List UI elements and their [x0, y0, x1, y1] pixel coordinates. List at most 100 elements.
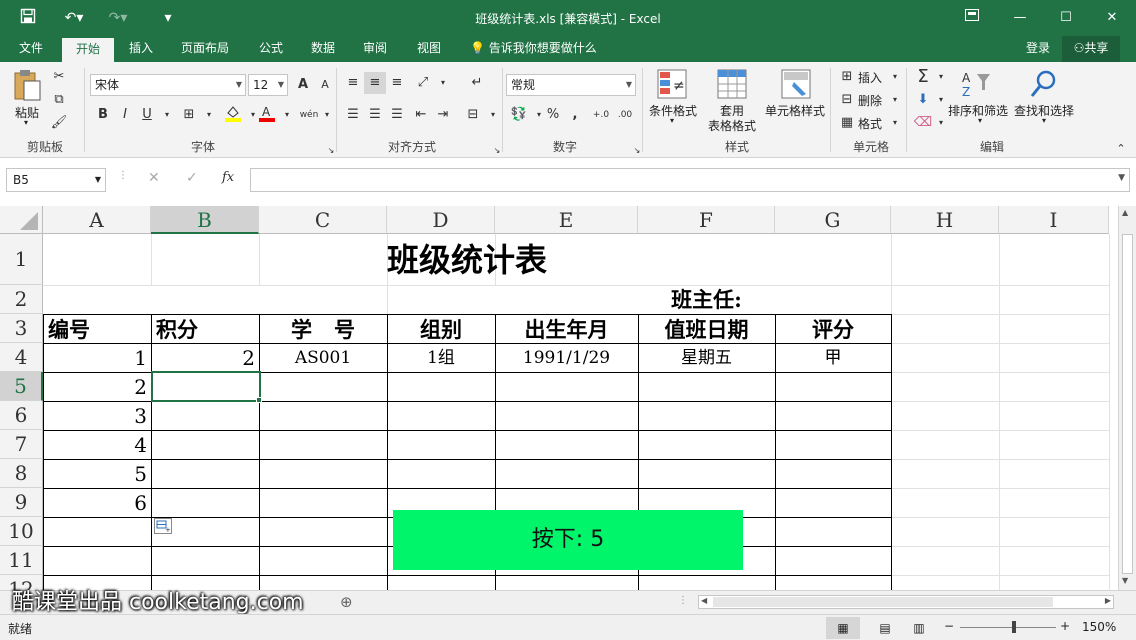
- align-center-icon[interactable]: ☰: [364, 104, 386, 126]
- autosum-dropdown-icon[interactable]: ▾: [930, 66, 952, 88]
- col-header-c[interactable]: C: [259, 206, 387, 234]
- format-as-table-icon[interactable]: [716, 68, 748, 100]
- col-header-f[interactable]: F: [638, 206, 775, 234]
- row-header-1[interactable]: 1: [0, 234, 43, 285]
- paste-icon[interactable]: [12, 68, 44, 101]
- zoom-in-icon[interactable]: +: [1060, 619, 1070, 633]
- table-cell[interactable]: 3: [43, 401, 147, 430]
- format-as-table-label-2[interactable]: 表格格式: [700, 117, 764, 134]
- wrap-text-icon[interactable]: ↵: [466, 72, 488, 94]
- maximize-icon[interactable]: ☐: [1052, 6, 1080, 30]
- sort-dropdown-icon[interactable]: ▾: [974, 116, 986, 125]
- italic-button[interactable]: I: [114, 104, 136, 126]
- drag-handle-icon[interactable]: ⋮: [678, 595, 688, 606]
- header-cell[interactable]: 学 号: [259, 314, 387, 343]
- header-cell[interactable]: 评分: [775, 314, 891, 343]
- format-painter-icon[interactable]: 🖌: [48, 112, 70, 134]
- insert-cells-icon[interactable]: ⊞: [836, 66, 858, 88]
- insert-dropdown-icon[interactable]: ▾: [884, 66, 906, 88]
- share-button[interactable]: ⚇共享: [1062, 36, 1120, 62]
- row-header-6[interactable]: 6: [0, 401, 43, 430]
- normal-view-icon[interactable]: ▦: [826, 617, 860, 639]
- col-header-b[interactable]: B: [151, 206, 259, 234]
- format-cells-button[interactable]: 格式: [858, 115, 882, 132]
- auto-fill-options-icon[interactable]: +: [154, 518, 172, 534]
- row-header-9[interactable]: 9: [0, 488, 43, 517]
- tab-data[interactable]: 数据: [302, 36, 344, 62]
- align-top-icon[interactable]: ≡: [342, 72, 364, 94]
- find-dropdown-icon[interactable]: ▾: [1038, 116, 1050, 125]
- header-cell[interactable]: 组别: [387, 314, 495, 343]
- col-header-d[interactable]: D: [387, 206, 495, 234]
- row-header-11[interactable]: 11: [0, 546, 43, 575]
- insert-function-icon[interactable]: fx: [222, 170, 234, 185]
- orientation-dropdown-icon[interactable]: ▾: [432, 72, 454, 94]
- row-header-3[interactable]: 3: [0, 314, 43, 343]
- login-link[interactable]: 登录: [1026, 36, 1050, 62]
- scroll-thumb[interactable]: [713, 597, 1053, 607]
- merge-center-icon[interactable]: ⊟: [462, 104, 484, 126]
- col-header-g[interactable]: G: [775, 206, 891, 234]
- cut-icon[interactable]: ✂: [48, 66, 70, 88]
- zoom-slider-thumb[interactable]: [1012, 621, 1016, 633]
- border-icon[interactable]: ⊞: [178, 104, 200, 126]
- orientation-icon[interactable]: ⤢: [412, 72, 434, 94]
- row-header-10[interactable]: 10: [0, 517, 43, 546]
- shrink-font-icon[interactable]: A: [314, 74, 336, 96]
- scroll-left-icon[interactable]: ◀: [701, 596, 707, 605]
- bold-button[interactable]: B: [92, 104, 114, 126]
- cell-styles-button[interactable]: 单元格样式: [762, 102, 828, 119]
- conditional-dropdown-icon[interactable]: ▾: [666, 116, 678, 125]
- table-cell[interactable]: AS001: [259, 343, 387, 372]
- copy-icon[interactable]: ⧉: [48, 89, 70, 111]
- table-cell[interactable]: 1991/1/29: [495, 343, 638, 372]
- increase-decimal-icon[interactable]: +.0: [590, 104, 612, 126]
- table-cell[interactable]: 甲: [775, 343, 891, 372]
- merge-dropdown-icon[interactable]: ▾: [482, 104, 504, 126]
- format-cells-icon[interactable]: ▦: [836, 112, 858, 134]
- table-cell[interactable]: 2: [43, 372, 147, 401]
- formula-input[interactable]: ▼: [250, 168, 1130, 192]
- font-size-select[interactable]: 12 ▼: [248, 74, 288, 96]
- row-header-4[interactable]: 4: [0, 343, 43, 372]
- tab-file[interactable]: 文件: [10, 36, 52, 62]
- scroll-thumb[interactable]: [1122, 234, 1133, 574]
- row-header-2[interactable]: 2: [0, 285, 43, 314]
- grow-font-icon[interactable]: A: [292, 74, 314, 96]
- fill-color-icon[interactable]: [222, 104, 244, 126]
- scroll-up-icon[interactable]: ▲: [1122, 208, 1128, 217]
- decrease-decimal-icon[interactable]: .00: [614, 104, 636, 126]
- underline-dropdown-icon[interactable]: ▾: [156, 104, 178, 126]
- number-format-select[interactable]: 常规 ▼: [506, 74, 636, 96]
- cell-styles-icon[interactable]: [780, 68, 812, 100]
- sort-filter-icon[interactable]: AZ: [960, 68, 992, 100]
- horizontal-scrollbar[interactable]: ◀ ▶: [698, 595, 1114, 609]
- decrease-indent-icon[interactable]: ⇤: [410, 104, 432, 126]
- tab-home[interactable]: 开始: [62, 36, 114, 62]
- selected-cell-b5[interactable]: [151, 371, 261, 402]
- expand-formula-icon[interactable]: ▼: [1118, 173, 1125, 183]
- insert-cells-button[interactable]: 插入: [858, 69, 882, 86]
- scroll-right-icon[interactable]: ▶: [1105, 596, 1111, 605]
- collapse-ribbon-icon[interactable]: ⌃: [1110, 138, 1132, 160]
- row-header-5[interactable]: 5: [0, 372, 43, 401]
- font-color-icon[interactable]: A: [256, 104, 278, 126]
- select-all-corner[interactable]: [0, 206, 43, 234]
- table-cell[interactable]: 1组: [387, 343, 495, 372]
- col-header-a[interactable]: A: [43, 206, 151, 234]
- find-select-icon[interactable]: [1028, 68, 1060, 100]
- col-header-e[interactable]: E: [495, 206, 638, 234]
- format-dropdown-icon[interactable]: ▾: [884, 112, 906, 134]
- tab-review[interactable]: 审阅: [354, 36, 396, 62]
- align-bottom-icon[interactable]: ≡: [386, 72, 408, 94]
- tab-formulas[interactable]: 公式: [250, 36, 292, 62]
- table-cell[interactable]: 6: [43, 488, 147, 517]
- align-left-icon[interactable]: ☰: [342, 104, 364, 126]
- header-cell[interactable]: 出生年月: [495, 314, 638, 343]
- ribbon-display-icon[interactable]: [958, 6, 986, 30]
- comma-button[interactable]: ,: [564, 104, 586, 126]
- teacher-label[interactable]: 班主任:: [638, 286, 775, 314]
- table-cell[interactable]: 星期五: [638, 343, 775, 372]
- fill-handle[interactable]: [256, 397, 262, 403]
- col-header-i[interactable]: I: [999, 206, 1109, 234]
